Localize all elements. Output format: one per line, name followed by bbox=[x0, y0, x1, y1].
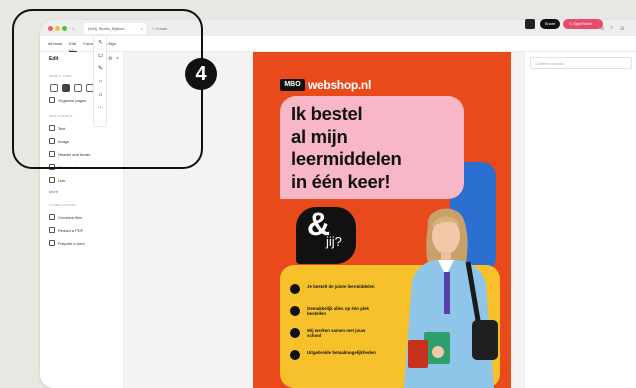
share-button[interactable]: Share bbox=[540, 19, 560, 29]
prepare-form-label: Prepare a form bbox=[58, 241, 85, 246]
hand bbox=[432, 346, 444, 358]
jij-text: jij? bbox=[326, 234, 342, 249]
esign-button[interactable]: E-Sign/Send bbox=[563, 19, 603, 29]
help-icon[interactable]: ? bbox=[610, 26, 613, 32]
payment-icon bbox=[290, 350, 300, 360]
mbo-logo-box: MBO bbox=[280, 79, 305, 91]
redact-icon bbox=[49, 227, 55, 233]
poster-headline: Ik bestel al mijn leermiddelen in één ke… bbox=[291, 103, 402, 193]
book-icon bbox=[290, 284, 300, 294]
combine-files-label: Combine files bbox=[58, 215, 83, 220]
section-other-options: Other options bbox=[49, 203, 77, 207]
sidebar-item-prepare-form[interactable]: Prepare a form bbox=[49, 240, 85, 246]
sidebar-item-combine-files[interactable]: Combine files bbox=[49, 214, 82, 220]
step-badge: 4 bbox=[185, 58, 217, 90]
headline-line-3: leermiddelen bbox=[291, 148, 402, 169]
headline-line-2: al mijn bbox=[291, 125, 348, 147]
page-view-button[interactable] bbox=[525, 19, 535, 29]
sidebar-item-link[interactable]: Link bbox=[49, 177, 65, 183]
poster-page: MBO webshop.nl Ik bestel al mijn leermid… bbox=[253, 52, 511, 388]
bag bbox=[472, 320, 498, 360]
student-photo bbox=[404, 208, 498, 388]
link-icon bbox=[49, 177, 55, 183]
tie bbox=[444, 272, 450, 314]
more-link[interactable]: More bbox=[49, 189, 58, 194]
webshop-logo-text: webshop.nl bbox=[308, 78, 372, 92]
redact-pdf-label: Redact a PDF bbox=[58, 228, 84, 233]
handshake-icon bbox=[290, 328, 300, 338]
apps-icon[interactable]: ⊞ bbox=[620, 26, 624, 32]
link-label: Link bbox=[58, 178, 66, 183]
form-icon bbox=[49, 240, 55, 246]
benefit-2: Gemakkelijk alles op één plek bestellen bbox=[307, 306, 369, 317]
benefit-1: Je bestelt de juiste leermiddelen bbox=[307, 284, 375, 289]
combine-files-icon bbox=[49, 214, 55, 220]
headline-line-4: in één keer! bbox=[291, 170, 391, 192]
tutorial-callout-frame bbox=[12, 9, 203, 169]
check-icon bbox=[290, 306, 300, 316]
comment-panel: Comment via tools bbox=[524, 52, 636, 388]
benefit-3: Wij werken samen met jouw school bbox=[307, 328, 366, 339]
book-red bbox=[408, 340, 428, 368]
headline-line-1: Ik bestel bbox=[291, 103, 363, 124]
comment-input[interactable]: Comment via tools bbox=[530, 57, 632, 69]
benefit-4: Uitgebreide betaalmogelijkheden bbox=[307, 350, 376, 355]
sidebar-item-redact-pdf[interactable]: Redact a PDF bbox=[49, 227, 83, 233]
